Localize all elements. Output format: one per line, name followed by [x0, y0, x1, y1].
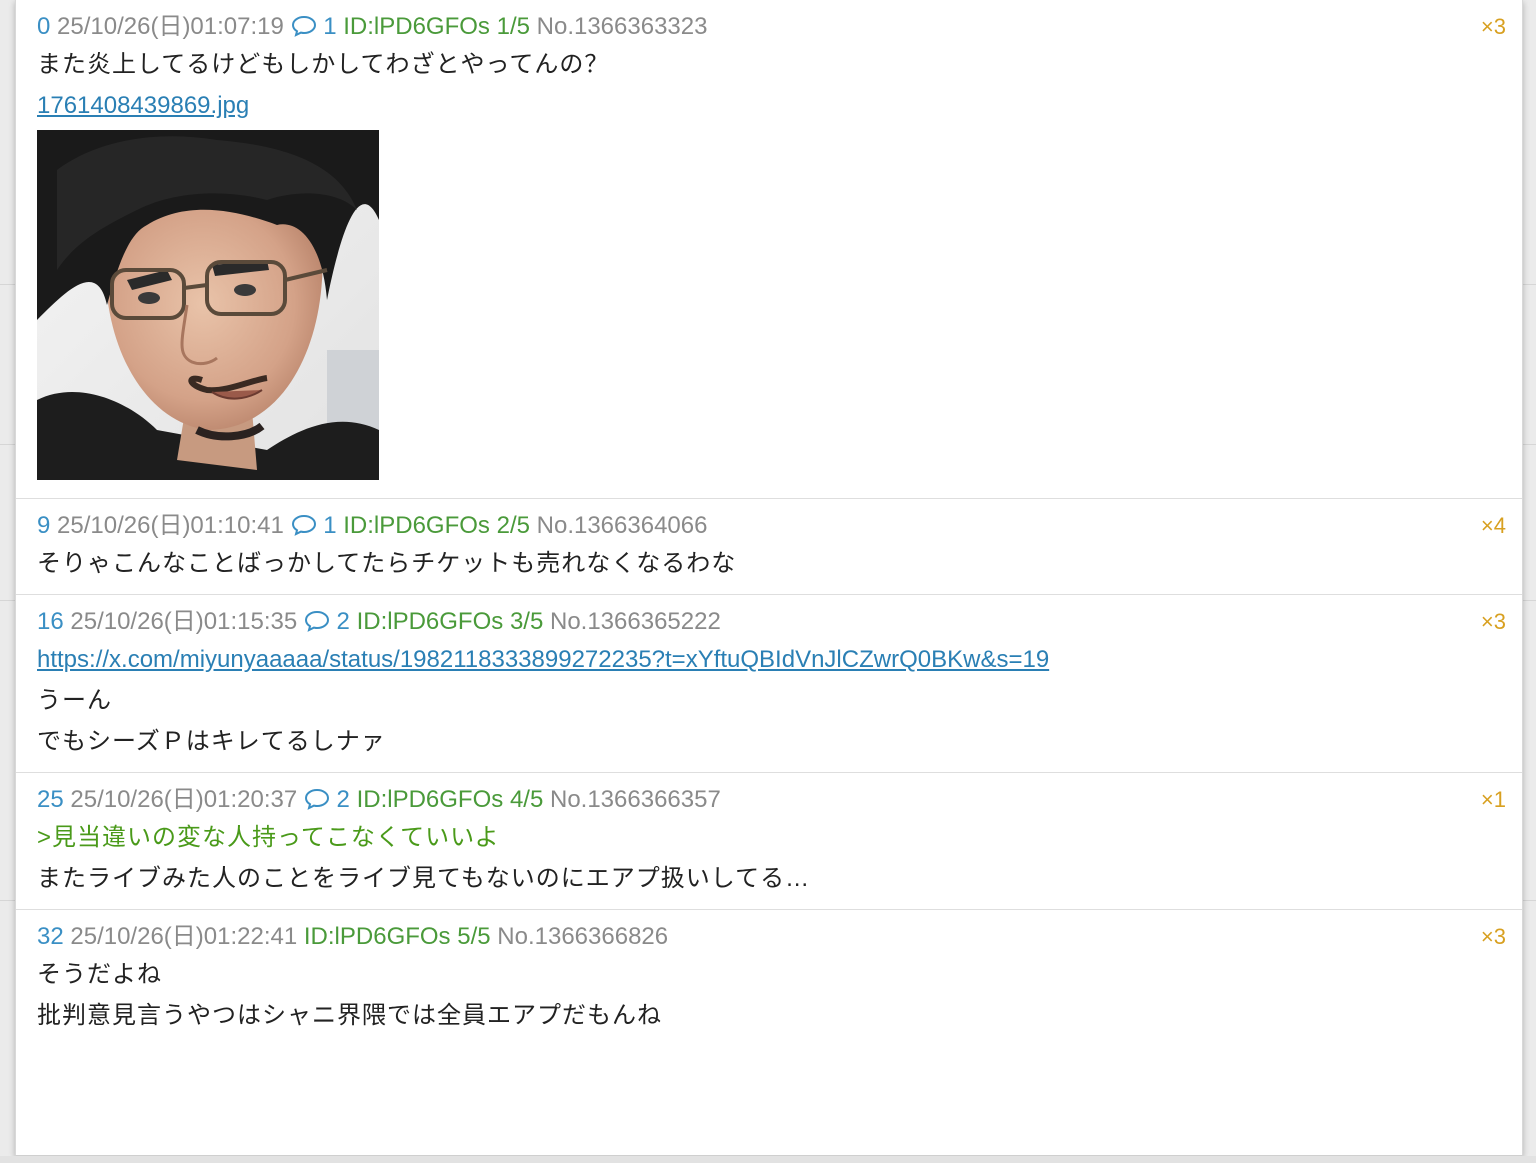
res-number[interactable]: 9 — [37, 512, 50, 539]
poster-id[interactable]: ID:lPD6GFOs 3/5 — [357, 608, 544, 635]
divider — [1521, 284, 1536, 285]
poster-id[interactable]: ID:lPD6GFOs 4/5 — [357, 786, 544, 813]
poster-id-value: ID:lPD6GFOs — [356, 786, 504, 813]
quoted-text[interactable]: >見当違いの変な人持ってこなくていいよ — [37, 817, 1501, 858]
poster-id-count: 3/5 — [509, 608, 544, 635]
post-text-line: うーん — [37, 687, 112, 714]
divider — [0, 444, 15, 445]
reply-count[interactable]: 1 — [291, 512, 337, 539]
poster-id-value: ID:lPD6GFOs — [343, 13, 490, 40]
like-count[interactable]: ×3 — [1481, 10, 1506, 44]
post-text-line: そうだよね — [37, 961, 162, 988]
external-url-link[interactable]: https://x.com/miyunyaaaaa/status/1982118… — [37, 646, 1049, 673]
speech-bubble-icon — [291, 514, 316, 536]
post: 16 25/10/26(日)01:15:35 2 ID:lPD6GFOs 3/5… — [16, 595, 1522, 773]
post-text-line: そりゃこんなことばっかしてたらチケットも売れなくなるわな — [37, 550, 737, 577]
divider — [0, 600, 15, 601]
res-number[interactable]: 16 — [37, 608, 64, 635]
post-header: 9 25/10/26(日)01:10:41 1 ID:lPD6GFOs 2/5 … — [37, 509, 1501, 543]
post-number[interactable]: No.1366365222 — [550, 608, 721, 635]
post-header: 0 25/10/26(日)01:07:19 1 ID:lPD6GFOs 1/5 … — [37, 10, 1501, 44]
reply-count[interactable]: 2 — [304, 786, 350, 813]
post-number[interactable]: No.1366364066 — [537, 512, 708, 539]
speech-bubble-icon — [304, 788, 329, 810]
like-count[interactable]: ×4 — [1481, 509, 1506, 543]
post-date: 25/10/26(日)01:20:37 — [70, 786, 298, 813]
post-text-line: またライブみた人のことをライブ見てもないのにエアプ扱いしてる… — [37, 865, 811, 892]
post: 25 25/10/26(日)01:20:37 2 ID:lPD6GFOs 4/5… — [16, 773, 1522, 910]
like-count[interactable]: ×3 — [1481, 920, 1506, 954]
divider — [0, 284, 15, 285]
res-number[interactable]: 0 — [37, 13, 50, 40]
post-text-line: でもシーズＰはキレてるしナァ — [37, 728, 386, 755]
post-text-line: 批判意見言うやつはシャニ界隈では全員エアプだもんね — [37, 1002, 662, 1029]
poster-id-count: 1/5 — [496, 13, 530, 40]
post: 9 25/10/26(日)01:10:41 1 ID:lPD6GFOs 2/5 … — [16, 499, 1522, 595]
id-posts-popup: 0 25/10/26(日)01:07:19 1 ID:lPD6GFOs 1/5 … — [15, 0, 1523, 1156]
speech-bubble-icon — [304, 610, 329, 632]
post-header: 25 25/10/26(日)01:20:37 2 ID:lPD6GFOs 4/5… — [37, 783, 1501, 817]
poster-id[interactable]: ID:lPD6GFOs 1/5 — [343, 13, 530, 40]
post-header: 16 25/10/26(日)01:15:35 2 ID:lPD6GFOs 3/5… — [37, 605, 1501, 639]
post: 32 25/10/26(日)01:22:41 ID:lPD6GFOs 5/5 N… — [16, 910, 1522, 1046]
like-count[interactable]: ×3 — [1481, 605, 1506, 639]
poster-id-count: 5/5 — [457, 923, 491, 950]
divider — [1521, 444, 1536, 445]
divider — [1521, 900, 1536, 901]
post-number[interactable]: No.1366363323 — [537, 13, 708, 40]
post-number[interactable]: No.1366366826 — [497, 923, 668, 950]
reply-count-value: 1 — [323, 512, 337, 539]
res-number[interactable]: 32 — [37, 923, 64, 950]
reply-count[interactable]: 1 — [291, 13, 337, 40]
reply-count-value: 2 — [336, 786, 350, 813]
poster-id-value: ID:lPD6GFOs — [356, 608, 504, 635]
speech-bubble-icon — [291, 15, 316, 37]
reply-count[interactable]: 2 — [304, 608, 350, 635]
poster-id[interactable]: ID:lPD6GFOs 5/5 — [304, 923, 491, 950]
post-text-line: また炎上してるけどもしかしてわざとやってんの？ — [37, 51, 610, 78]
post: 0 25/10/26(日)01:07:19 1 ID:lPD6GFOs 1/5 … — [16, 0, 1522, 499]
poster-id-count: 2/5 — [496, 512, 530, 539]
poster-id-value: ID:lPD6GFOs — [343, 512, 490, 539]
post-image-thumbnail[interactable] — [37, 130, 379, 480]
reply-count-value: 1 — [323, 13, 337, 40]
poster-id-count: 4/5 — [509, 786, 544, 813]
divider — [1521, 600, 1536, 601]
reply-count-value: 2 — [336, 608, 350, 635]
like-count[interactable]: ×1 — [1481, 783, 1506, 817]
image-file-link[interactable]: 1761408439869.jpg — [37, 92, 249, 119]
divider — [0, 900, 15, 901]
poster-id-value: ID:lPD6GFOs — [303, 923, 451, 950]
post-header: 32 25/10/26(日)01:22:41 ID:lPD6GFOs 5/5 N… — [37, 920, 1501, 954]
post-number[interactable]: No.1366366357 — [550, 786, 721, 813]
post-date: 25/10/26(日)01:22:41 — [70, 923, 298, 950]
post-date: 25/10/26(日)01:07:19 — [57, 13, 284, 40]
post-date: 25/10/26(日)01:10:41 — [57, 512, 284, 539]
res-number[interactable]: 25 — [37, 786, 64, 813]
post-date: 25/10/26(日)01:15:35 — [70, 608, 298, 635]
background-footer — [0, 1156, 1536, 1163]
poster-id[interactable]: ID:lPD6GFOs 2/5 — [343, 512, 530, 539]
